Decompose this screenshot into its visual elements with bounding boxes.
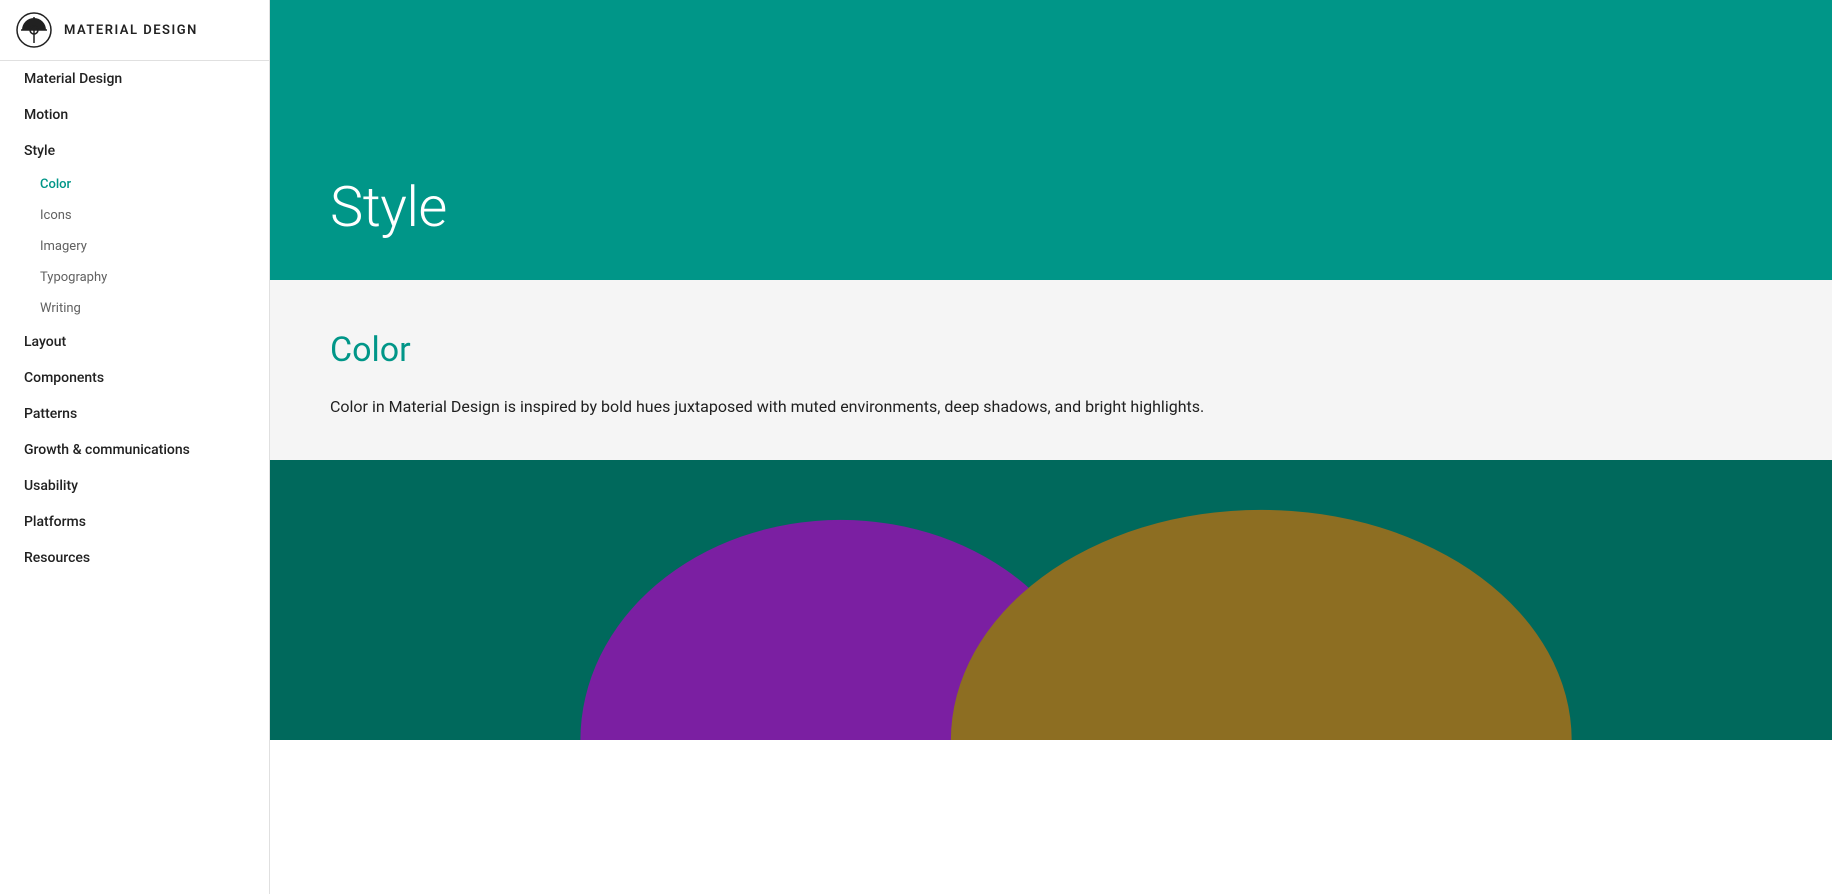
color-demo-shapes-icon (270, 460, 1832, 740)
sidebar-item-components[interactable]: Components (0, 360, 269, 396)
sidebar-app-title: MATERIAL DESIGN (64, 23, 198, 38)
section-body: Color in Material Design is inspired by … (330, 394, 1230, 420)
sidebar-item-motion[interactable]: Motion (0, 97, 269, 133)
hero-title: Style (330, 174, 447, 240)
color-section: Color Color in Material Design is inspir… (270, 280, 1832, 460)
sidebar-item-patterns[interactable]: Patterns (0, 396, 269, 432)
sidebar-item-layout[interactable]: Layout (0, 324, 269, 360)
sidebar-item-icons[interactable]: Icons (0, 200, 269, 231)
sidebar-item-imagery[interactable]: Imagery (0, 231, 269, 262)
material-design-logo-icon (16, 12, 52, 48)
sidebar-item-color[interactable]: Color (0, 169, 269, 200)
sidebar-item-usability[interactable]: Usability (0, 468, 269, 504)
sidebar-nav-scroll[interactable]: Material Design Motion Style Color Icons… (0, 61, 269, 894)
sidebar-item-growth-communications[interactable]: Growth & communications (0, 432, 269, 468)
sidebar-item-material-design[interactable]: Material Design (0, 61, 269, 97)
sidebar-item-writing[interactable]: Writing (0, 293, 269, 324)
sidebar-header: MATERIAL DESIGN (0, 0, 269, 61)
main-content: Style Color Color in Material Design is … (270, 0, 1832, 894)
sidebar: MATERIAL DESIGN Material Design Motion S… (0, 0, 270, 894)
sidebar-item-platforms[interactable]: Platforms (0, 504, 269, 540)
section-title: Color (330, 330, 1772, 370)
sidebar-item-resources[interactable]: Resources (0, 540, 269, 576)
sidebar-item-typography[interactable]: Typography (0, 262, 269, 293)
hero-banner: Style (270, 0, 1832, 280)
sidebar-item-style[interactable]: Style (0, 133, 269, 169)
color-demo-panel (270, 460, 1832, 740)
